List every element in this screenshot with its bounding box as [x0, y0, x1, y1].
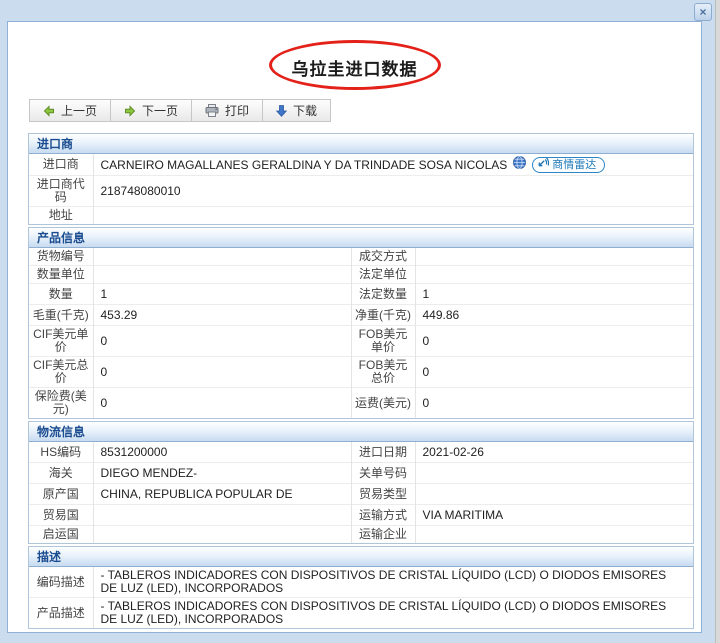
printer-icon [205, 104, 219, 117]
section-product: 产品信息 货物编号 成交方式 数量单位 法定单位 数量1 法定数量1 毛重(千克… [28, 227, 694, 419]
description-table: 编码描述 - TABLEROS INDICADORES CON DISPOSIT… [29, 567, 693, 628]
table-row: 海关DIEGO MENDEZ- 关单号码 [29, 463, 693, 484]
table-row: 货物编号 成交方式 [29, 248, 693, 266]
importer-name: CARNEIRO MAGALLANES GERALDINA Y DA TRIND… [101, 157, 508, 173]
logistics-table: HS编码8531200000 进口日期2021-02-26 海关DIEGO ME… [29, 442, 693, 543]
table-row: 进口商 CARNEIRO MAGALLANES GERALDINA Y DA T… [29, 154, 693, 176]
table-row: 启运国 运输企业 [29, 526, 693, 544]
table-row: 毛重(千克)453.29 净重(千克)449.86 [29, 305, 693, 326]
dialog-panel: 乌拉圭进口数据 上一页 下一页 打印 下载 进口商 进口商 [7, 21, 702, 633]
radar-icon [538, 157, 549, 173]
download-arrow-icon [276, 105, 287, 117]
title-area: 乌拉圭进口数据 [8, 38, 701, 90]
product-table: 货物编号 成交方式 数量单位 法定单位 数量1 法定数量1 毛重(千克)453.… [29, 248, 693, 418]
section-logistics: 物流信息 HS编码8531200000 进口日期2021-02-26 海关DIE… [28, 421, 694, 544]
table-row: 进口商代码 218748080010 [29, 176, 693, 207]
importer-table: 进口商 CARNEIRO MAGALLANES GERALDINA Y DA T… [29, 154, 693, 224]
section-description: 描述 编码描述 - TABLEROS INDICADORES CON DISPO… [28, 546, 694, 629]
table-row: 贸易国 运输方式VIA MARITIMA [29, 505, 693, 526]
table-row: 编码描述 - TABLEROS INDICADORES CON DISPOSIT… [29, 567, 693, 598]
content-area: 进口商 进口商 CARNEIRO MAGALLANES GERALDINA Y … [8, 122, 701, 629]
table-row: 数量单位 法定单位 [29, 266, 693, 284]
arrow-left-icon [43, 105, 55, 117]
close-icon[interactable]: × [694, 3, 712, 21]
business-radar-badge[interactable]: 商情雷达 [532, 157, 605, 173]
table-row: 数量1 法定数量1 [29, 284, 693, 305]
section-importer-header: 进口商 [29, 134, 693, 154]
browser-scrollbar[interactable] [715, 0, 720, 643]
table-row: 保险费(美元)0 运费(美元)0 [29, 388, 693, 419]
section-product-header: 产品信息 [29, 228, 693, 248]
globe-icon[interactable] [513, 156, 526, 173]
table-row: CIF美元总价0 FOB美元总价0 [29, 357, 693, 388]
arrow-right-icon [124, 105, 136, 117]
page-title: 乌拉圭进口数据 [8, 55, 701, 80]
table-row: 原产国CHINA, REPUBLICA POPULAR DE 贸易类型 [29, 484, 693, 505]
print-button[interactable]: 打印 [192, 100, 263, 121]
toolbar: 上一页 下一页 打印 下载 [29, 99, 331, 122]
badge-label: 商情雷达 [552, 157, 596, 173]
table-row: 地址 [29, 207, 693, 225]
table-row: CIF美元单价0 FOB美元单价0 [29, 326, 693, 357]
prev-page-button[interactable]: 上一页 [30, 100, 111, 121]
table-row: 产品描述 - TABLEROS INDICADORES CON DISPOSIT… [29, 598, 693, 629]
section-importer: 进口商 进口商 CARNEIRO MAGALLANES GERALDINA Y … [28, 133, 694, 225]
next-page-button[interactable]: 下一页 [111, 100, 192, 121]
section-description-header: 描述 [29, 547, 693, 567]
download-button[interactable]: 下载 [263, 100, 330, 121]
table-row: HS编码8531200000 进口日期2021-02-26 [29, 442, 693, 463]
section-logistics-header: 物流信息 [29, 422, 693, 442]
